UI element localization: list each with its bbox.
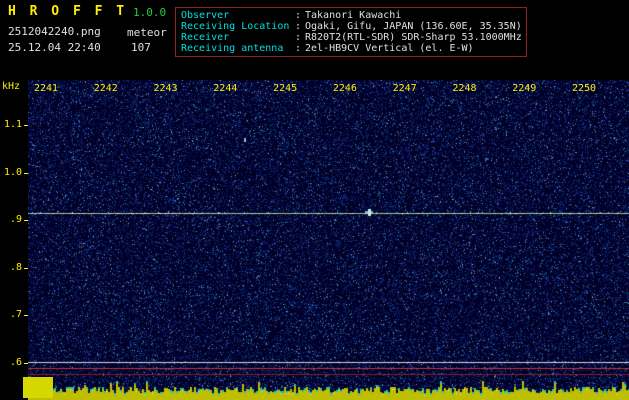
y-tick-label-.9: .9 (9, 214, 22, 225)
y-tick-label-.8: .8 (9, 261, 22, 273)
x-tick-label-2244: 2244 (213, 83, 238, 94)
y-tick-mark (24, 267, 28, 269)
x-tick-label-2241: 2241 (33, 83, 59, 94)
y-tick-label-1.0: 1.0 (3, 166, 22, 178)
y-tick-mark (24, 125, 28, 126)
y-tick-mark (24, 220, 28, 221)
x-tick-label-2242: 2242 (93, 83, 118, 94)
y-axis-unit-label: kHz (2, 81, 21, 92)
x-tick-label-2247: 2247 (392, 83, 417, 94)
x-tick-label-2245: 2245 (273, 83, 298, 94)
y-tick-mark (24, 362, 28, 364)
x-tick-label-2248: 2248 (452, 83, 477, 94)
x-tick-label-2246: 2246 (332, 83, 357, 94)
y-tick-mark (24, 315, 28, 316)
y-tick-label-1.1: 1.1 (3, 119, 22, 130)
x-tick-label-2249: 2249 (512, 83, 537, 94)
y-tick-label-.6: .6 (9, 356, 22, 368)
y-tick-label-.7: .7 (9, 309, 22, 320)
hrofft-output: H R O F F T 1.0.0 2512042240.png meteor … (0, 0, 629, 400)
x-tick-label-2243: 2243 (153, 83, 178, 94)
spectrogram-canvas (28, 80, 629, 400)
spectrogram-plot: kHz 1.1 1.0 .9 .8 .7 .6 2241 2242 2243 2244 2245 22… (0, 0, 629, 400)
x-tick-label-2250: 2250 (571, 83, 597, 94)
y-tick-mark (24, 172, 28, 174)
signal-scale-block (23, 377, 53, 398)
